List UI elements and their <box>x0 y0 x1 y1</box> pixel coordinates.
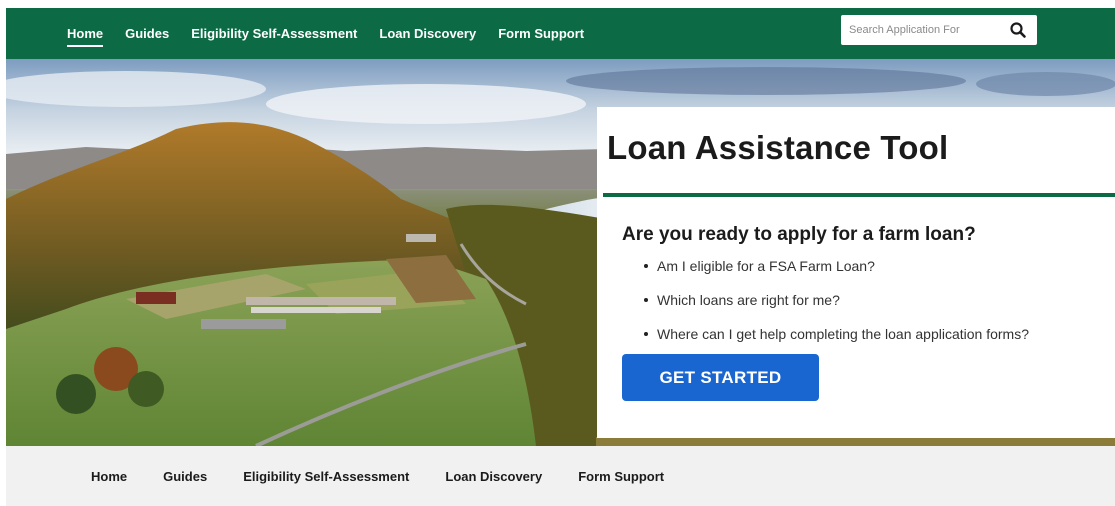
bullet-icon <box>644 332 648 336</box>
top-nav-guides-link[interactable]: Guides <box>125 26 169 41</box>
footer-nav-eligibility-link[interactable]: Eligibility Self-Assessment <box>243 469 409 484</box>
top-nav-eligibility-link[interactable]: Eligibility Self-Assessment <box>191 26 357 41</box>
search-input[interactable] <box>849 18 999 42</box>
list-item: Am I eligible for a FSA Farm Loan? <box>642 257 1029 291</box>
hero-banner: Loan Assistance Tool Are you ready to ap… <box>6 59 1115 446</box>
footer-nav-form-support-link[interactable]: Form Support <box>578 469 664 484</box>
top-nav-links: Home Guides Eligibility Self-Assessment … <box>67 8 606 59</box>
card-question: Are you ready to apply for a farm loan? <box>622 224 976 245</box>
top-navigation: Home Guides Eligibility Self-Assessment … <box>6 8 1115 59</box>
list-item-text: Which loans are right for me? <box>657 292 840 308</box>
search-box <box>841 15 1037 45</box>
bullet-icon <box>644 264 648 268</box>
bullet-icon <box>644 298 648 302</box>
footer-nav-home-link[interactable]: Home <box>91 469 127 484</box>
search-icon <box>1010 22 1026 38</box>
list-item-text: Am I eligible for a FSA Farm Loan? <box>657 258 875 274</box>
footer-nav-guides-link[interactable]: Guides <box>163 469 207 484</box>
question-list: Am I eligible for a FSA Farm Loan? Which… <box>642 257 1029 359</box>
top-nav-home-link[interactable]: Home <box>67 26 104 47</box>
list-item-text: Where can I get help completing the loan… <box>657 326 1029 342</box>
page-title: Loan Assistance Tool <box>607 129 949 166</box>
search-button[interactable] <box>1009 21 1027 39</box>
footer-navigation: Home Guides Eligibility Self-Assessment … <box>6 446 1115 506</box>
title-divider <box>603 193 1115 197</box>
list-item: Which loans are right for me? <box>642 291 1029 325</box>
loan-assistance-card: Loan Assistance Tool Are you ready to ap… <box>597 107 1115 438</box>
get-started-button[interactable]: GET STARTED <box>622 354 819 401</box>
top-nav-loan-discovery-link[interactable]: Loan Discovery <box>379 26 476 41</box>
footer-nav-loan-discovery-link[interactable]: Loan Discovery <box>445 469 542 484</box>
footer-nav-links: Home Guides Eligibility Self-Assessment … <box>91 469 700 484</box>
top-nav-form-support-link[interactable]: Form Support <box>498 26 584 41</box>
